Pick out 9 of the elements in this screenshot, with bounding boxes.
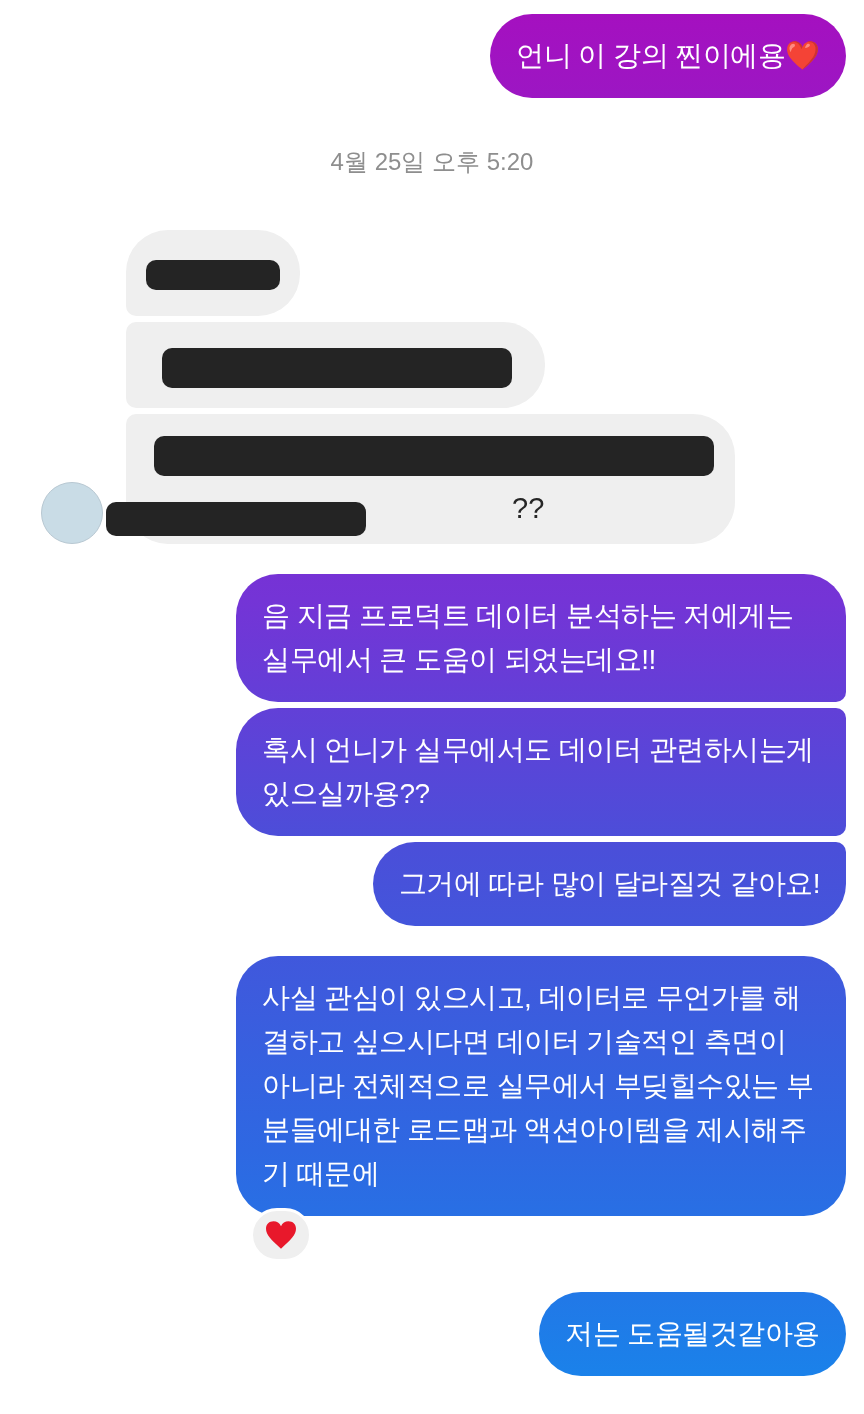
message-bubble: 저는 도움될것같아용: [539, 1292, 846, 1376]
message-text: ??: [512, 491, 545, 526]
message-bubble: 혹시 언니가 실무에서도 데이터 관련하시는게 있으실까용??: [236, 708, 846, 836]
message-bubble: 언니 이 강의 찐이에용❤: [490, 14, 846, 98]
heart-icon: [264, 1220, 298, 1250]
message-bubble: 음 지금 프로덕트 데이터 분석하는 저에게는 실무에서 큰 도움이 되었는데요!!: [236, 574, 846, 702]
timestamp: 4월 25일 오후 5:20: [330, 147, 534, 177]
message-bubble: 그거에 따라 많이 달라질것 같아요!: [372, 842, 846, 926]
message-bubble: 사실 관심이 있으시고, 데이터로 무언가를 해결하고 싶으시다면 데이터 기술적인 측면이 아니라 전체적으로 실무에서 부딪힐수있는 부분들에대한 로드맵과 액션아이템을 제시해주기 때문에: [236, 956, 846, 1216]
